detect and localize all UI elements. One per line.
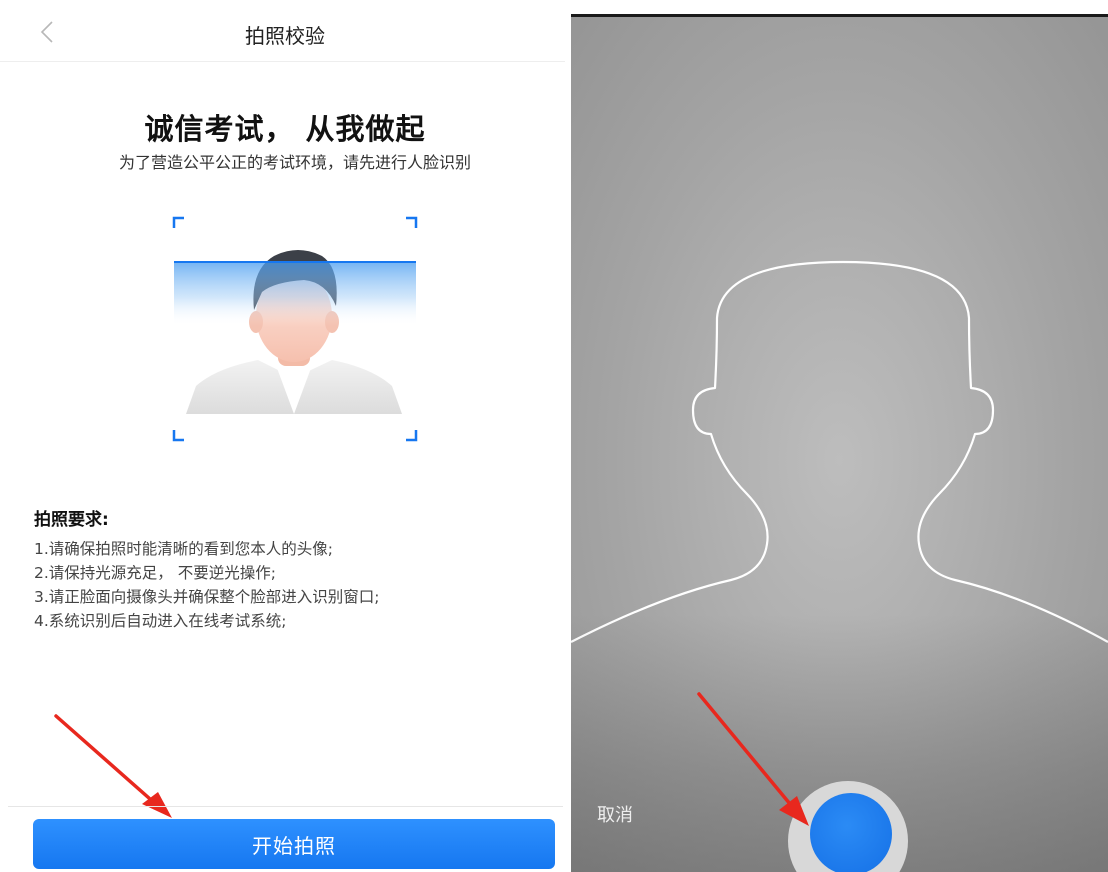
page-title: 拍照校验	[245, 24, 325, 48]
camera-capture-screen: 取消	[571, 14, 1108, 872]
start-photo-button[interactable]: 开始拍照	[33, 819, 555, 869]
cancel-button[interactable]: 取消	[597, 801, 633, 827]
requirement-item: 1.请确保拍照时能清晰的看到您本人的头像;	[34, 540, 334, 558]
camera-shutter-icon[interactable]	[810, 793, 892, 872]
photo-verification-screen: 拍照校验 诚信考试， 从我做起 为了营造公平公正的考试环境，请先进行人脸识别 拍…	[0, 0, 570, 872]
requirements-list: 1.请确保拍照时能清晰的看到您本人的头像; 2.请保持光源充足， 不要逆光操作;…	[34, 537, 380, 633]
nav-bar: 拍照校验	[0, 0, 570, 62]
divider	[8, 806, 563, 807]
requirement-item: 2.请保持光源充足， 不要逆光操作;	[34, 564, 276, 582]
requirement-item: 3.请正脸面向摄像头并确保整个脸部进入识别窗口;	[34, 588, 380, 606]
annotation-arrow-icon	[697, 692, 809, 826]
subtitle-text: 为了营造公平公正的考试环境，请先进行人脸识别	[118, 153, 471, 172]
requirements-title: 拍照要求:	[34, 510, 109, 530]
face-scan-illustration	[172, 216, 418, 442]
requirement-item: 4.系统识别后自动进入在线考试系统;	[34, 612, 287, 630]
slogan-heading: 诚信考试， 从我做起	[144, 112, 426, 146]
